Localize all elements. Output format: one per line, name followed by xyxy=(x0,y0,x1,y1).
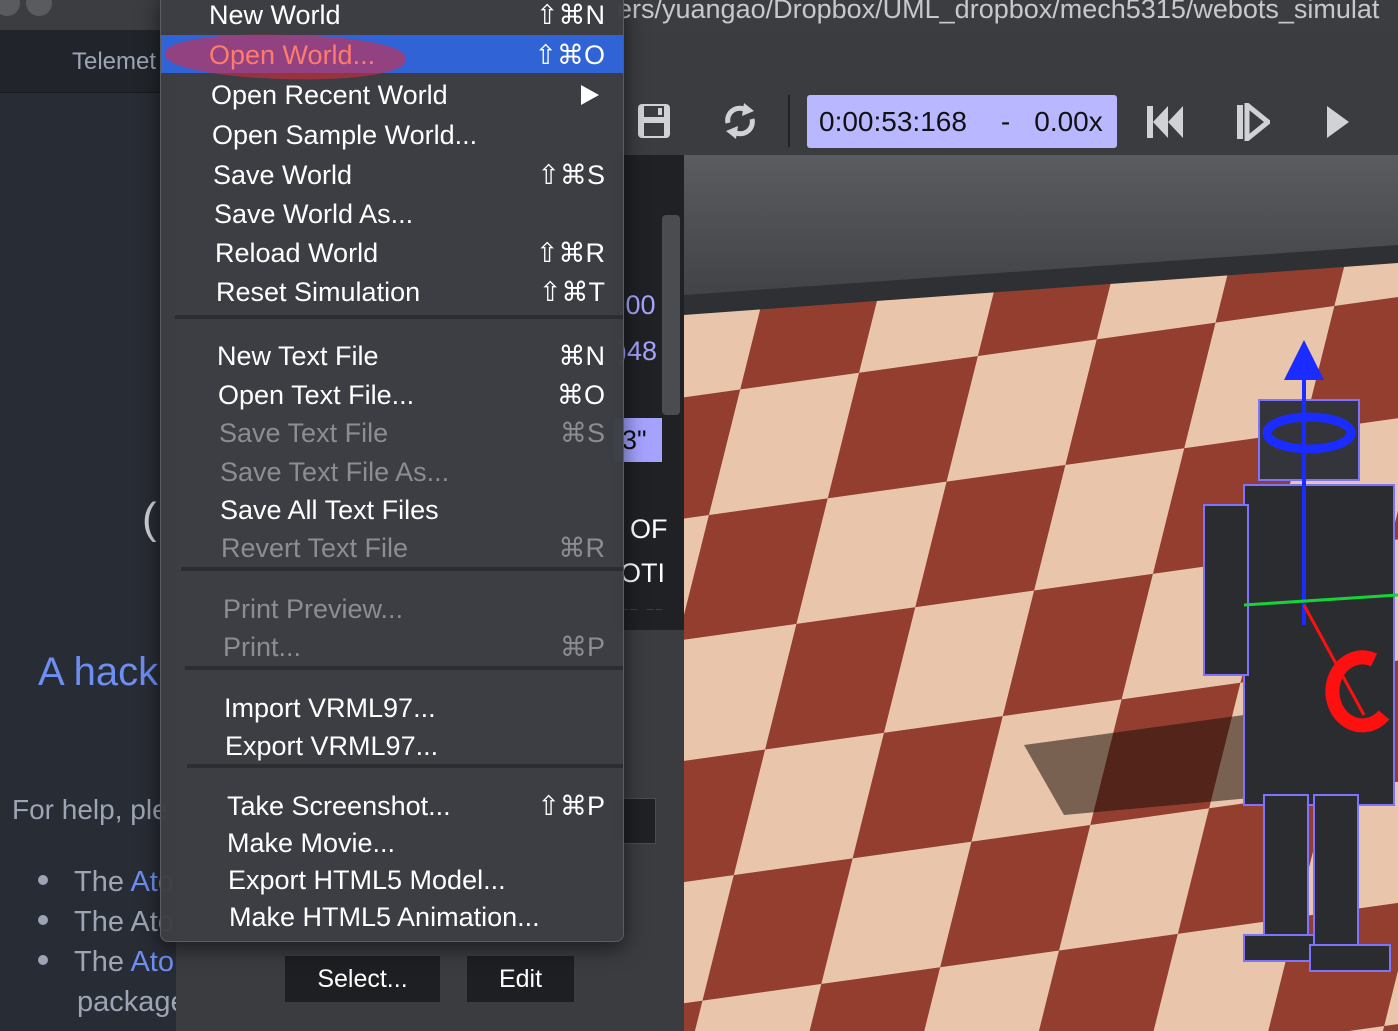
menu-item-new-world[interactable]: New World ⇧⌘N xyxy=(161,0,623,33)
menu-item-shortcut: ⌘N xyxy=(558,341,606,371)
menu-item-label: Save World As... xyxy=(214,199,414,229)
menu-item-label: New Text File xyxy=(217,341,379,371)
help-text: For help, ple xyxy=(12,794,168,825)
code-fragment: OTI xyxy=(620,558,665,588)
menu-item-label: Export VRML97... xyxy=(225,731,439,761)
welcome-title: A hack xyxy=(38,650,159,694)
list-item-text: The Ato xyxy=(74,906,174,938)
bullet-icon xyxy=(38,955,48,966)
menu-item-label: Print Preview... xyxy=(223,594,404,624)
menu-item-revert-text-file[interactable]: Revert Text File ⌘R xyxy=(161,528,623,566)
loading-icon: ( xyxy=(142,494,157,543)
menu-item-shortcut: ⌘R xyxy=(558,533,606,563)
simulation-time: 0:00:53:168 xyxy=(819,105,967,137)
menu-item-take-screenshot[interactable]: Take Screenshot... ⇧⌘P xyxy=(161,786,623,824)
menu-item-label: Revert Text File xyxy=(221,533,409,563)
menu-item-label: Save Text File As... xyxy=(220,457,450,487)
menu-item-label: Save World xyxy=(213,160,353,190)
play-icon[interactable] xyxy=(1326,104,1350,145)
simulation-speed: 0.00x xyxy=(1034,105,1103,137)
menu-item-shortcut: ⇧⌘R xyxy=(535,238,605,268)
menu-item-open-text-file[interactable]: Open Text File... ⌘O xyxy=(161,375,623,413)
menu-separator xyxy=(175,315,623,319)
skip-back-icon[interactable] xyxy=(1146,104,1184,145)
menu-item-shortcut: ⇧⌘N xyxy=(535,0,605,30)
telemetry-tab[interactable]: Telemet xyxy=(72,48,156,76)
edit-button[interactable]: Edit xyxy=(467,956,574,1002)
time-separator: - xyxy=(1000,105,1011,137)
select-button[interactable]: Select... xyxy=(285,956,440,1002)
world-path: ers/yuangao/Dropbox/UML_dropbox/mech5315… xyxy=(617,0,1380,24)
menu-item-label: Open Text File... xyxy=(218,380,415,410)
menu-item-print-preview[interactable]: Print Preview... xyxy=(161,589,623,627)
menu-separator xyxy=(185,666,623,670)
save-icon[interactable] xyxy=(636,102,672,145)
menu-item-label: Open Sample World... xyxy=(212,120,478,150)
bullet-icon xyxy=(38,915,48,926)
menu-item-make-movie[interactable]: Make Movie... xyxy=(161,823,623,861)
help-list-item: The Ato xyxy=(38,866,174,899)
menu-item-shortcut: ⇧⌘O xyxy=(534,40,605,70)
reload-icon[interactable] xyxy=(720,101,760,146)
menu-item-shortcut: ⌘P xyxy=(559,632,605,662)
menu-item-save-text-file-as[interactable]: Save Text File As... xyxy=(161,452,623,490)
menu-item-reset-simulation[interactable]: Reset Simulation ⇧⌘T xyxy=(161,272,623,310)
list-item-text: The xyxy=(74,866,131,898)
menu-item-label: Make HTML5 Animation... xyxy=(229,902,540,932)
menu-item-label: Take Screenshot... xyxy=(227,791,451,821)
menu-item-export-html5-model[interactable]: Export HTML5 Model... xyxy=(161,860,623,898)
menu-item-save-world-as[interactable]: Save World As... xyxy=(161,194,623,232)
list-item-text: The xyxy=(74,946,131,978)
menu-item-label: Save All Text Files xyxy=(220,495,439,525)
menu-item-label: Reset Simulation xyxy=(216,277,421,307)
menu-item-label: Open Recent World xyxy=(211,80,448,110)
menu-separator xyxy=(181,567,623,571)
submenu-arrow-icon xyxy=(581,85,599,105)
menu-item-print[interactable]: Print... ⌘P xyxy=(161,627,623,665)
simulation-time-display: 0:00:53:168 - 0.00x xyxy=(807,95,1117,148)
menu-item-label: Import VRML97... xyxy=(224,693,436,723)
menu-item-reload-world[interactable]: Reload World ⇧⌘R xyxy=(161,233,623,271)
toolbar-separator xyxy=(788,95,790,147)
code-fragment: OF xyxy=(630,514,668,544)
menu-item-shortcut: ⇧⌘P xyxy=(537,791,605,821)
editor-scrollbar[interactable] xyxy=(662,215,680,415)
list-item-link[interactable]: Ato xyxy=(130,946,174,978)
bullet-icon xyxy=(38,875,48,886)
code-fragment: 3" xyxy=(622,425,647,455)
menu-item-new-text-file[interactable]: New Text File ⌘N xyxy=(161,336,623,374)
menu-item-label: New World xyxy=(209,0,341,30)
menu-item-label: Print... xyxy=(223,632,302,662)
file-menu: New World ⇧⌘N Open World... ⇧⌘O Open Recent … xyxy=(160,0,624,942)
menu-separator xyxy=(187,764,623,768)
menu-item-open-world[interactable]: Open World... ⇧⌘O xyxy=(161,30,623,84)
menu-item-label: Make Movie... xyxy=(227,828,396,858)
help-list-item: The Ato xyxy=(38,946,174,979)
menu-item-label: Open World... xyxy=(209,40,376,70)
menu-item-open-recent-world[interactable]: Open Recent World xyxy=(161,75,623,113)
menu-item-shortcut: ⌘O xyxy=(556,380,605,410)
3d-view[interactable] xyxy=(684,155,1398,1031)
code-fragment: -- -- xyxy=(620,594,664,610)
menu-item-label: Save Text File xyxy=(219,418,389,448)
menu-item-open-sample-world[interactable]: Open Sample World... xyxy=(161,115,623,153)
menu-item-export-vrml97[interactable]: Export VRML97... xyxy=(161,726,623,764)
menu-item-label: Export HTML5 Model... xyxy=(228,865,506,895)
menu-item-import-vrml97[interactable]: Import VRML97... xyxy=(161,688,623,726)
list-item-continuation: package xyxy=(77,986,187,1018)
step-icon[interactable] xyxy=(1236,99,1272,146)
menu-item-shortcut: ⇧⌘T xyxy=(538,277,605,307)
menu-item-shortcut: ⌘S xyxy=(559,418,605,448)
menu-item-shortcut: ⇧⌘S xyxy=(537,160,605,190)
menu-item-label: Reload World xyxy=(215,238,379,268)
3d-scene[interactable] xyxy=(684,155,1398,1031)
menu-item-save-text-file[interactable]: Save Text File ⌘S xyxy=(161,413,623,451)
help-list-item: The Ato xyxy=(38,906,174,939)
menu-item-save-all-text-files[interactable]: Save All Text Files xyxy=(161,490,623,528)
menu-item-save-world[interactable]: Save World ⇧⌘S xyxy=(161,155,623,193)
atom-editor-pane: Telemet ( A hack For help, ple The Ato T… xyxy=(0,0,187,1031)
menu-item-make-html5-animation[interactable]: Make HTML5 Animation... xyxy=(161,897,623,935)
